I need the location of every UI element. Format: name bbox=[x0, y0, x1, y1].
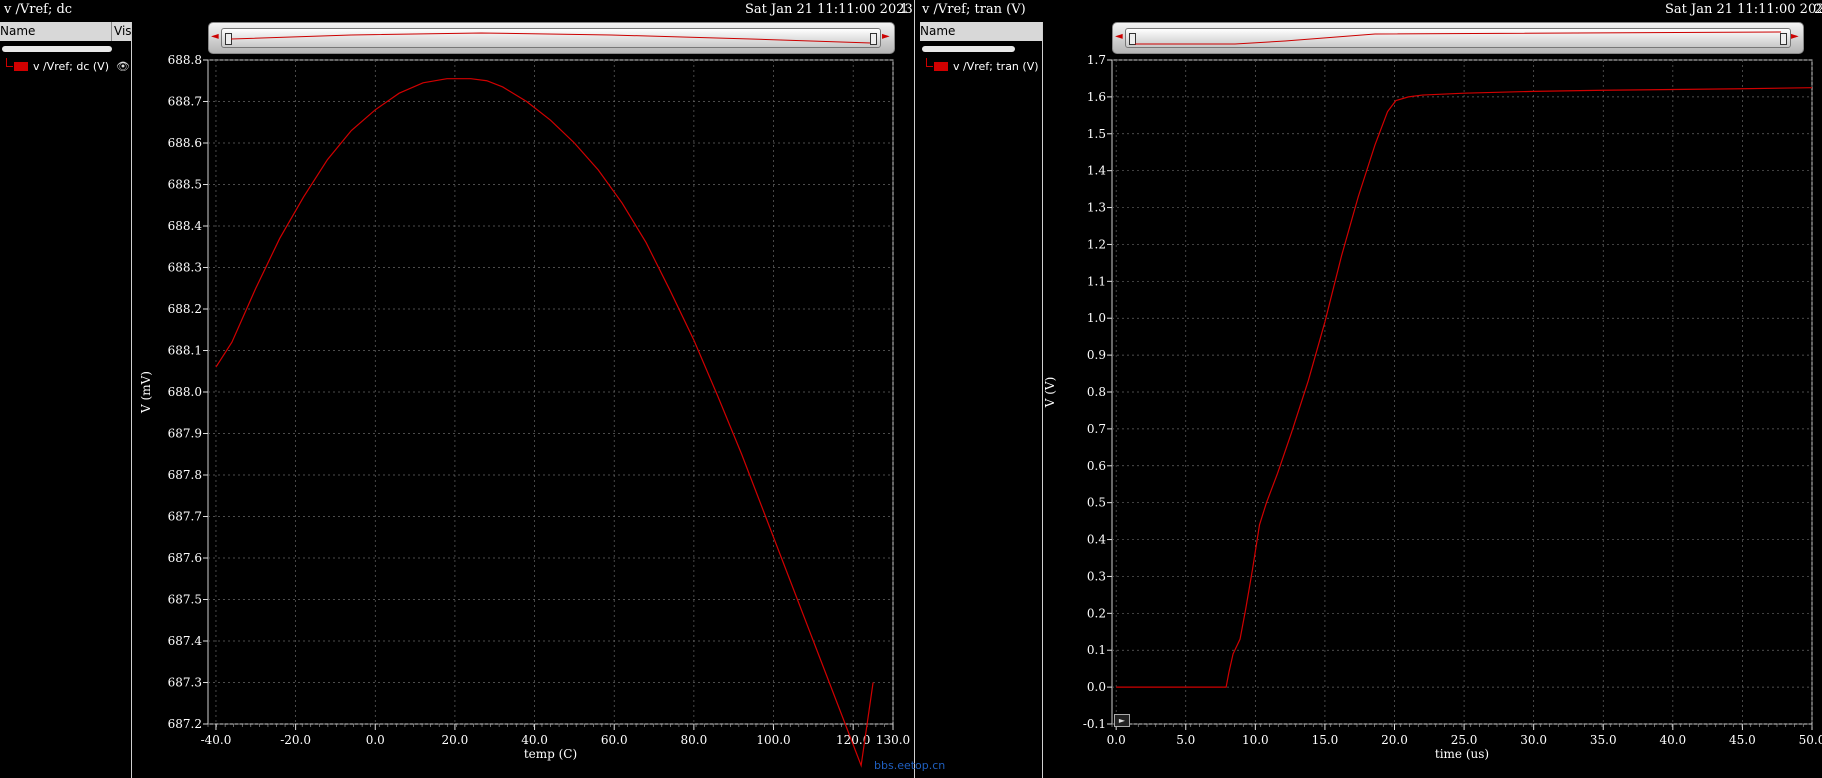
x-tick-label: 45.0 bbox=[1729, 733, 1756, 747]
y-tick-label: 687.7 bbox=[168, 510, 202, 524]
y-tick-label: 688.0 bbox=[168, 385, 202, 399]
x-axis-label: time (us) bbox=[1435, 747, 1489, 761]
y-tick-label: 688.5 bbox=[168, 178, 202, 192]
y-tick-label: 688.4 bbox=[168, 219, 203, 233]
y-tick-label: 0.7 bbox=[1087, 422, 1106, 436]
y-tick-label: 1.7 bbox=[1087, 53, 1106, 67]
y-tick-label: 688.6 bbox=[168, 136, 202, 150]
x-tick-label: 100.0 bbox=[756, 733, 790, 747]
x-tick-label: -20.0 bbox=[280, 733, 311, 747]
plot-frame bbox=[207, 59, 894, 725]
x-tick-label: 25.0 bbox=[1451, 733, 1478, 747]
y-tick-label: 687.8 bbox=[168, 468, 202, 482]
y-tick-label: 687.3 bbox=[168, 676, 202, 690]
y-tick-label: 0.6 bbox=[1087, 459, 1106, 473]
x-tick-label: 20.0 bbox=[1381, 733, 1408, 747]
y-tick-label: 1.0 bbox=[1087, 311, 1106, 325]
x-tick-label: 60.0 bbox=[601, 733, 628, 747]
y-tick-label: 0.3 bbox=[1087, 569, 1106, 583]
y-tick-label: 687.2 bbox=[168, 717, 202, 731]
y-tick-label: 1.2 bbox=[1087, 237, 1106, 251]
x-tick-label: 40.0 bbox=[521, 733, 548, 747]
x-tick-label: 0.0 bbox=[366, 733, 385, 747]
x-tick-label: 35.0 bbox=[1590, 733, 1617, 747]
y-tick-label: 0.8 bbox=[1087, 385, 1106, 399]
y-tick-label: 0.2 bbox=[1087, 606, 1106, 620]
x-tick-label: -40.0 bbox=[201, 733, 232, 747]
x-tick-label: 30.0 bbox=[1520, 733, 1547, 747]
x-tick-label: 50.0 bbox=[1799, 733, 1822, 747]
y-axis-label: V (mV) bbox=[139, 371, 153, 414]
x-axis-label: temp (C) bbox=[524, 747, 577, 761]
x-tick-label: 20.0 bbox=[442, 733, 469, 747]
watermark: bbs.eetop.cn bbox=[874, 759, 946, 772]
y-tick-label: 688.3 bbox=[168, 261, 202, 275]
y-tick-label: 687.4 bbox=[168, 634, 203, 648]
y-tick-label: 1.5 bbox=[1087, 127, 1106, 141]
dc-chart[interactable]: 687.2 687.3 687.4 687.5 687.6 687.7 687.8 687.9… bbox=[0, 0, 914, 778]
tran-panel: v /Vref; tran (V) Sat Jan 21 11:11:00 20… bbox=[920, 0, 1822, 778]
y-tick-label: 687.5 bbox=[168, 593, 202, 607]
play-button[interactable]: ► bbox=[1114, 714, 1130, 727]
y-tick-label: 0.4 bbox=[1087, 533, 1106, 547]
y-tick-label: -0.1 bbox=[1083, 717, 1106, 731]
y-tick-label: 687.9 bbox=[168, 427, 202, 441]
x-tick-label: 80.0 bbox=[681, 733, 708, 747]
x-tick-label: 0.0 bbox=[1107, 733, 1126, 747]
y-tick-label: 1.1 bbox=[1087, 274, 1106, 288]
y-tick-label: 688.7 bbox=[168, 95, 202, 109]
x-tick-label: 5.0 bbox=[1176, 733, 1195, 747]
y-tick-label: 688.2 bbox=[168, 302, 202, 316]
y-tick-label: 1.4 bbox=[1087, 164, 1106, 178]
series-line bbox=[1116, 87, 1813, 688]
y-tick-label: 1.6 bbox=[1087, 90, 1106, 104]
y-tick-label: 1.3 bbox=[1087, 201, 1106, 215]
y-tick-label: 0.1 bbox=[1087, 643, 1106, 657]
x-tick-label: 40.0 bbox=[1659, 733, 1686, 747]
y-tick-label: 0.9 bbox=[1087, 348, 1106, 362]
y-tick-label: 0.0 bbox=[1087, 680, 1106, 694]
y-tick-label: 0.5 bbox=[1087, 496, 1106, 510]
x-tick-label: 15.0 bbox=[1312, 733, 1339, 747]
y-tick-label: 688.8 bbox=[168, 53, 202, 67]
dc-panel: v /Vref; dc Sat Jan 21 11:11:00 2023 1 N… bbox=[0, 0, 914, 778]
y-tick-label: 687.6 bbox=[168, 551, 202, 565]
x-tick-label: 130.0 bbox=[876, 733, 910, 747]
series-line bbox=[215, 78, 874, 768]
y-axis-label: V (V) bbox=[1043, 377, 1057, 409]
y-tick-label: 688.1 bbox=[168, 344, 202, 358]
x-tick-label: 10.0 bbox=[1242, 733, 1269, 747]
tran-chart[interactable]: -0.10.00.10.20.30.40.50.60.70.80.91.01.1… bbox=[920, 0, 1822, 778]
